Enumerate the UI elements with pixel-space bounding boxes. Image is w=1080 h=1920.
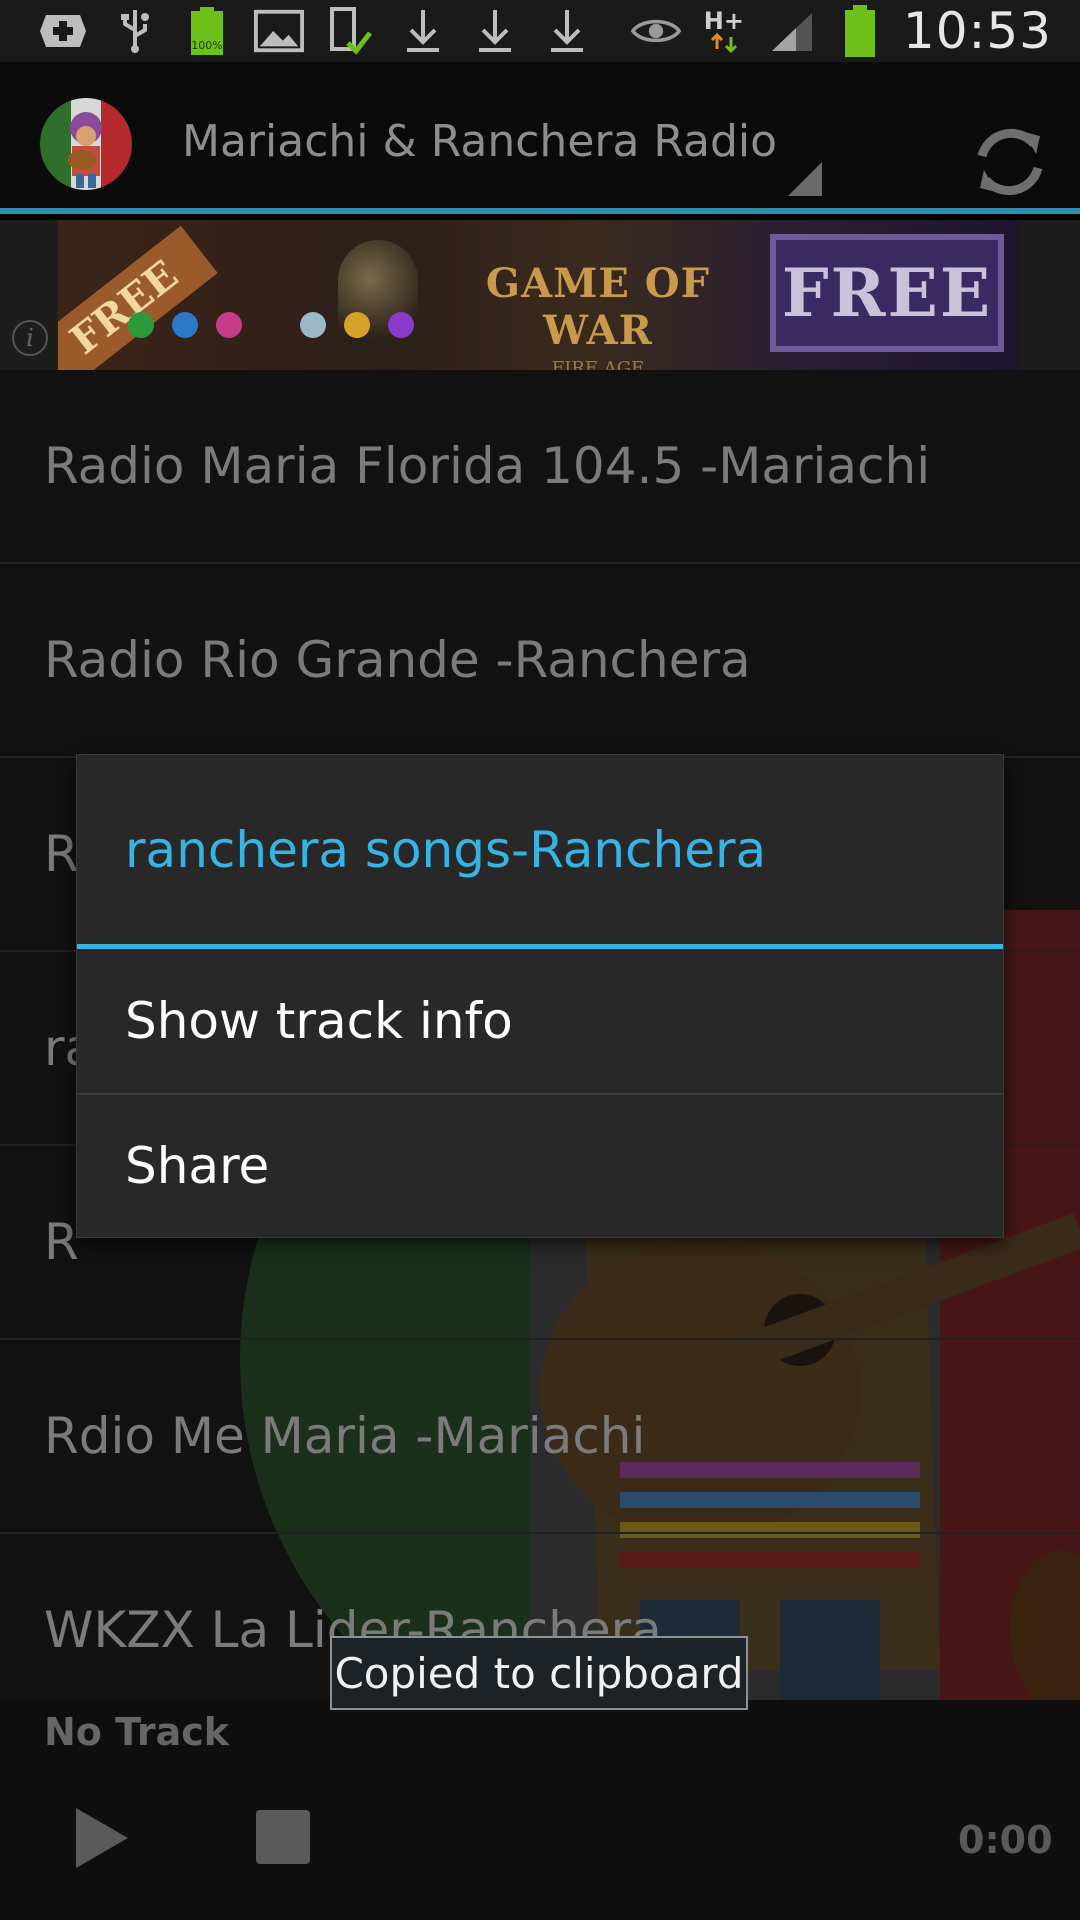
gem-icon [300, 312, 326, 338]
refresh-icon [977, 128, 1043, 196]
ad-free-ribbon: FREE [58, 225, 218, 370]
add-box-icon [38, 8, 88, 54]
gem-icon [216, 312, 242, 338]
station-label: R [44, 825, 79, 883]
app-logo[interactable] [40, 98, 132, 190]
play-button[interactable] [76, 1808, 128, 1868]
station-label: Rdio Me Maria -Mariachi [44, 1407, 646, 1465]
status-bar: 100% H+ 10:53 [0, 0, 1080, 62]
gem-icon [388, 312, 414, 338]
ad-game-title: GAME OF WAR [485, 260, 711, 354]
player-bar: No Track 0:00 [0, 1700, 1080, 1920]
station-label: R [44, 1213, 79, 1271]
ad-free-right-label: FREE [781, 254, 993, 332]
phone-check-icon [326, 7, 376, 55]
spinner-indicator[interactable] [788, 162, 822, 196]
action-bar: Mariachi & Ranchera Radio [0, 62, 1080, 214]
gems-row [128, 312, 414, 338]
station-label: Radio Rio Grande -Ranchera [44, 631, 751, 689]
ad-game-logo: GAME OF WAR FIRE AGE [448, 260, 748, 370]
battery-percent-label: 100% [191, 39, 222, 52]
share-item[interactable]: Share [77, 1093, 1003, 1237]
battery-100-icon: 100% [182, 7, 232, 55]
image-icon [254, 8, 304, 54]
signal-icon [767, 8, 817, 54]
station-label: Radio Maria Florida 104.5 -Mariachi [44, 437, 931, 495]
context-menu-dialog: ranchera songs-Ranchera Show track info … [76, 754, 1004, 1238]
playback-time: 0:00 [958, 1818, 1053, 1862]
list-item[interactable]: Rdio Me Maria -Mariachi [0, 1340, 1080, 1534]
status-time: 10:53 [902, 2, 1052, 60]
gem-icon [172, 312, 198, 338]
gem-icon [128, 312, 154, 338]
download-icon [398, 8, 448, 54]
show-track-info-item[interactable]: Show track info [77, 949, 1003, 1093]
stop-button[interactable] [256, 1810, 310, 1864]
battery-icon [835, 5, 885, 57]
ad-banner[interactable]: FREE GAME OF WAR FIRE AGE FREE [0, 220, 1080, 370]
dialog-title: ranchera songs-Ranchera [77, 755, 1003, 949]
app-title: Mariachi & Ranchera Radio [182, 116, 778, 167]
ad-image[interactable]: FREE GAME OF WAR FIRE AGE FREE [58, 220, 1018, 370]
hplus-signal-icon: H+ [699, 8, 749, 54]
refresh-button[interactable] [955, 107, 1065, 217]
download-icon [542, 8, 592, 54]
eye-icon [630, 8, 681, 54]
usb-icon [110, 8, 160, 54]
ad-free-left-label: FREE [61, 251, 187, 364]
network-type-label: H+ [703, 7, 744, 35]
info-icon[interactable]: i [12, 320, 48, 356]
gem-icon [344, 312, 370, 338]
ad-game-subtitle: FIRE AGE [551, 358, 645, 370]
list-item[interactable]: Radio Rio Grande -Ranchera [0, 564, 1080, 758]
list-item[interactable]: Radio Maria Florida 104.5 -Mariachi [0, 370, 1080, 564]
now-playing-label: No Track [44, 1710, 230, 1754]
download-icon [470, 8, 520, 54]
toast-message: Copied to clipboard [330, 1636, 748, 1710]
ad-free-badge: FREE [770, 234, 1004, 352]
